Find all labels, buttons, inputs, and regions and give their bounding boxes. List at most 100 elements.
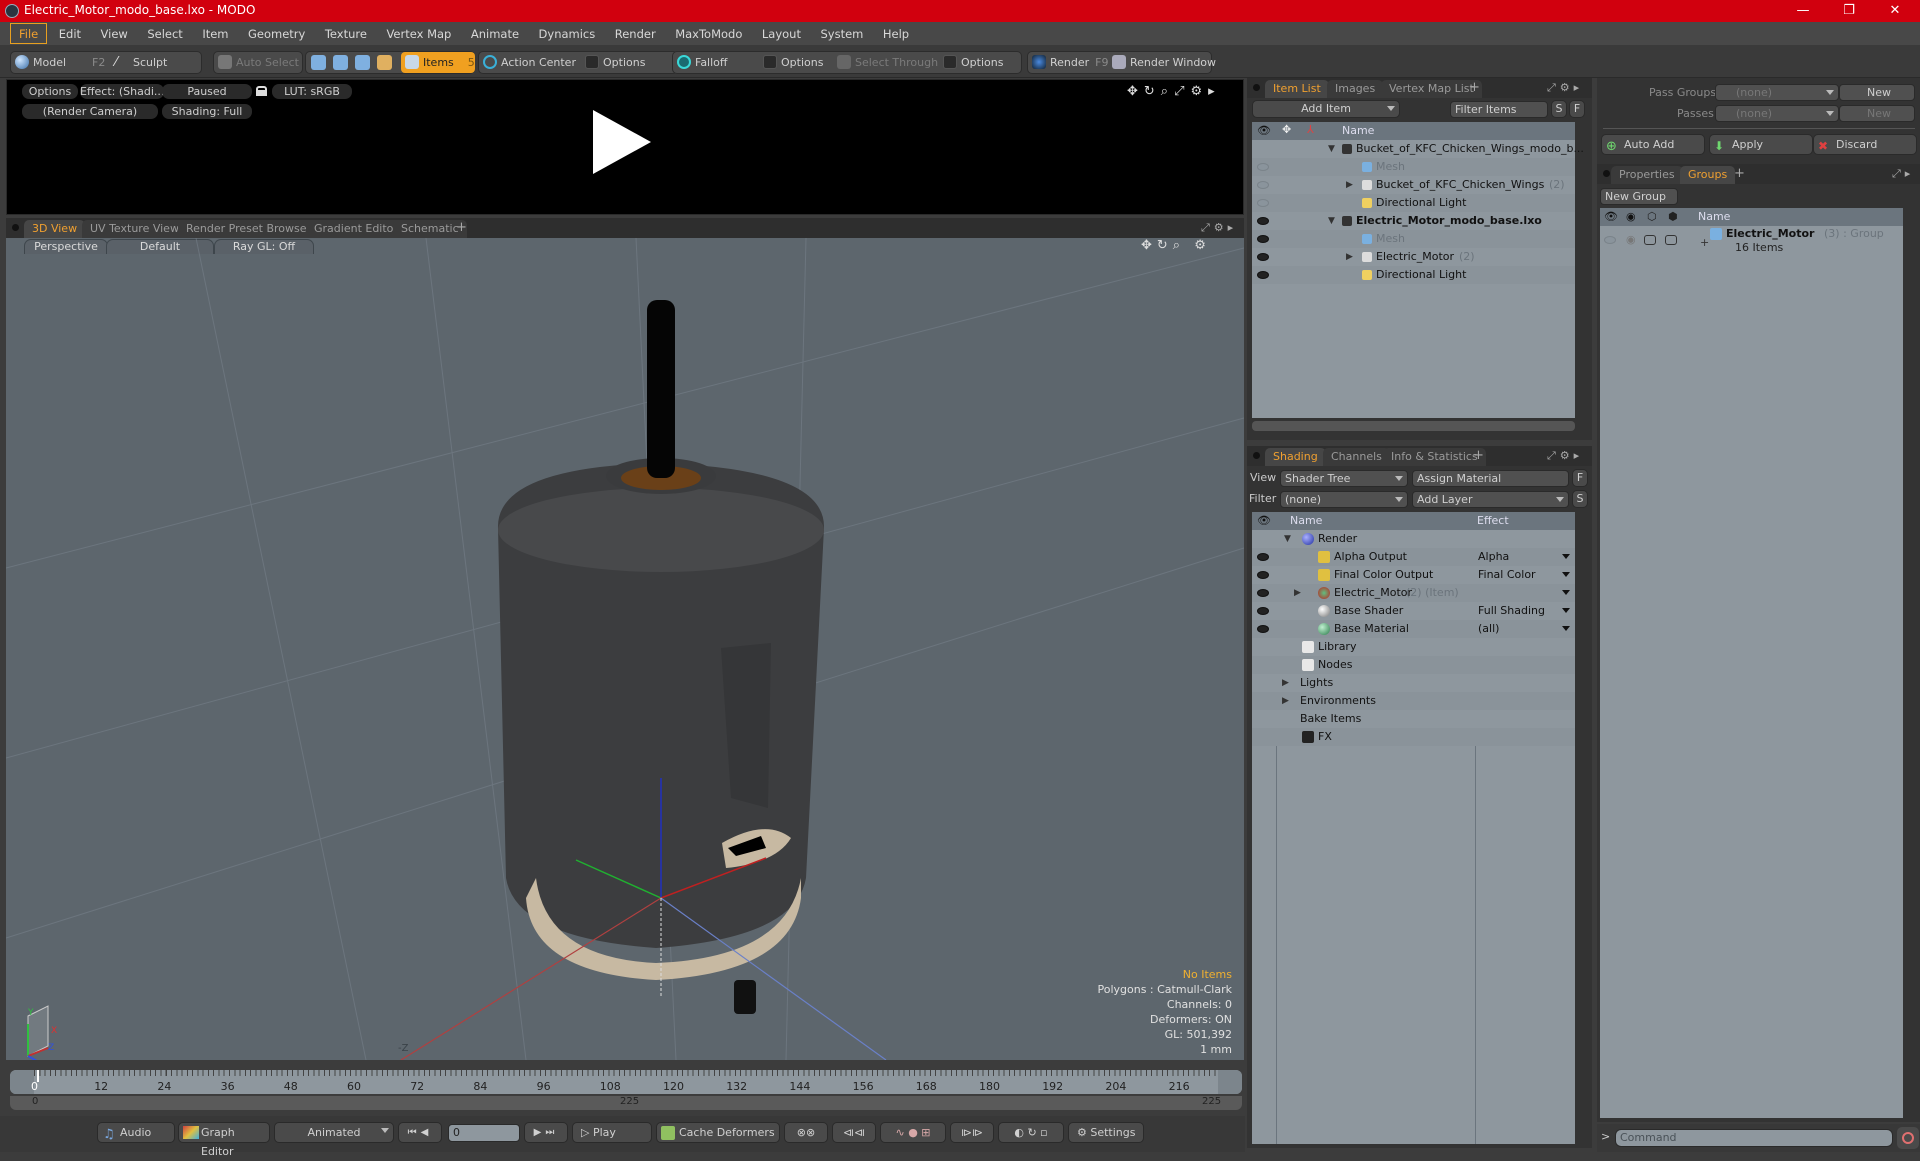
timeline-ruler[interactable]: 0 12 24 36 48 60 72 84 96 108 120 132 144 156 168 180 19… [10,1070,1242,1094]
shader-row[interactable]: ▶ Environments [1252,692,1575,710]
menu-texture[interactable]: Texture [317,24,375,45]
model-button[interactable]: Model F2 [11,52,106,73]
3d-viewport[interactable]: Perspective Default Ray GL: Off ✥↻⌕ ⚙ Y … [6,238,1244,1060]
item-row[interactable]: Directional Light [1252,266,1575,284]
assign-material-button[interactable]: Assign Material [1412,470,1569,487]
expand-arrow-icon[interactable]: ▶ [1294,584,1301,602]
item-row[interactable]: ▶ Bucket_of_KFC_Chicken_Wings (2) [1252,176,1575,194]
menu-animate[interactable]: Animate [463,24,527,45]
new-group-button[interactable]: New Group [1600,188,1678,205]
paused-button[interactable]: Paused [162,84,252,99]
cache-deformers-button[interactable]: Cache Deformers [656,1122,780,1143]
item-row[interactable]: Directional Light [1252,194,1575,212]
new-pass-group-button[interactable]: New [1839,84,1915,101]
menu-item[interactable]: Item [194,24,236,45]
vertices-mode-icon[interactable] [311,55,326,70]
item-row[interactable]: ▶ Electric_Motor (2) [1252,248,1575,266]
tab-render-preset-browser[interactable]: Render Preset Browser [178,220,320,238]
add-layer-dropdown[interactable]: Add Layer [1412,491,1569,508]
menu-dynamics[interactable]: Dynamics [531,24,604,45]
add-tab-button[interactable]: + [456,220,467,235]
action-center-button[interactable]: Action Center [479,52,576,73]
shader-row[interactable]: FX [1252,728,1575,746]
filter-items-input[interactable]: Filter Items [1450,101,1548,118]
item-list-scrollbar[interactable] [1252,421,1575,431]
menu-geometry[interactable]: Geometry [240,24,313,45]
visibility-eye-icon[interactable] [1257,199,1269,207]
expand-arrow-icon[interactable]: ▼ [1328,212,1335,230]
menu-render[interactable]: Render [607,24,664,45]
expand-arrow-icon[interactable]: ▶ [1346,248,1353,266]
visibility-eye-icon[interactable] [1257,271,1269,279]
shader-row[interactable]: Bake Items [1252,710,1575,728]
tab-item-list[interactable]: Item List [1265,80,1329,98]
menu-select[interactable]: Select [139,24,190,45]
menu-help[interactable]: Help [875,24,917,45]
tab-3d-view[interactable]: 3D View [24,220,86,238]
visibility-eye-icon[interactable] [1257,163,1269,171]
command-input[interactable]: Command [1615,1129,1893,1147]
shader-row[interactable]: ▼ Render [1252,530,1575,548]
tab-vertex-map-list[interactable]: Vertex Map List [1381,80,1482,98]
chevron-down-icon[interactable] [1562,590,1570,595]
maximize-button[interactable]: ❐ [1826,0,1872,22]
tab-channels[interactable]: Channels [1323,448,1390,466]
shader-row[interactable]: Library [1252,638,1575,656]
f-button[interactable]: F [1569,100,1585,118]
effect-dropdown[interactable]: Effect: (Shadi... [80,84,164,99]
chevron-down-icon[interactable] [1562,626,1570,631]
menu-vertex-map[interactable]: Vertex Map [378,24,459,45]
audio-button[interactable]: ♫ Audio [97,1122,175,1143]
lock-icon[interactable] [256,86,267,96]
add-item-dropdown[interactable]: Add Item [1252,100,1400,118]
menu-file[interactable]: File [10,23,48,44]
prev-key-buttons[interactable]: ⏮◀ [398,1122,442,1143]
shader-row[interactable]: Base Shader Full Shading [1252,602,1575,620]
chevron-down-icon[interactable] [1562,554,1570,559]
shader-row[interactable]: Nodes [1252,656,1575,674]
select-through-options-button[interactable]: Options [939,52,1019,73]
filter-dropdown[interactable]: (none) [1280,491,1408,508]
add-tab-button[interactable]: + [1473,448,1484,463]
key-in-out-buttons[interactable]: ⊗⊗ [784,1122,828,1143]
record-buttons[interactable]: ∿ ● ⊞ [880,1122,946,1143]
panel-icons[interactable]: ⤢▸ [1892,167,1914,181]
animated-dropdown[interactable]: Animated [274,1122,394,1143]
menu-maxtomodo[interactable]: MaxToModo [667,24,750,45]
range-bar[interactable]: 0 225 225 [10,1096,1242,1110]
visibility-eye-icon[interactable] [1257,181,1269,189]
preview-options-button[interactable]: Options [22,84,78,99]
visibility-eye-icon[interactable] [1257,571,1269,579]
effect-dropdown[interactable]: Alpha [1478,548,1509,566]
visibility-eye-icon[interactable] [1257,553,1269,561]
expand-arrow-icon[interactable]: ▶ [1282,692,1289,710]
item-row[interactable]: Mesh [1252,230,1575,248]
chevron-down-icon[interactable] [1562,608,1570,613]
passes-dropdown[interactable]: (none) [1715,105,1839,122]
expand-arrow-icon[interactable]: ▶ [1282,674,1289,692]
item-row[interactable]: Mesh [1252,158,1575,176]
effect-dropdown[interactable]: (all) [1478,620,1499,638]
effect-dropdown[interactable]: Full Shading [1478,602,1545,620]
prev-key-nav-buttons[interactable]: ⧏⧏ [832,1122,876,1143]
visibility-eye-icon[interactable] [1257,253,1269,261]
apply-button[interactable]: ⬇ Apply [1709,134,1813,155]
close-button[interactable]: ✕ [1872,0,1918,22]
tab-gradient-editor[interactable]: Gradient Editor [306,220,406,238]
view-dropdown[interactable]: Shader Tree [1280,470,1408,487]
shader-row[interactable]: Final Color Output Final Color [1252,566,1575,584]
select-through-button[interactable]: Select Through [833,52,938,73]
discard-button[interactable]: ✖ Discard [1813,134,1917,155]
expand-arrow-icon[interactable]: ▼ [1328,140,1335,158]
tab-uv-texture-view[interactable]: UV Texture View [82,220,187,238]
s-button[interactable]: S [1572,490,1588,508]
select-toggle[interactable] [1665,235,1677,245]
visibility-eye-icon[interactable] [1257,607,1269,615]
panel-icons[interactable]: ⤢⚙▸ [1547,449,1583,463]
preview-nav-icons[interactable]: ✥↻⌕⤢⚙▸ [1127,84,1221,99]
viewport-panel-icons[interactable]: ⤢⚙▸ [1201,221,1237,235]
minimize-button[interactable]: — [1780,0,1826,22]
add-tab-button[interactable]: + [1469,80,1480,95]
graph-editor-button[interactable]: Graph Editor [178,1122,270,1158]
settings-button[interactable]: ⚙ Settings [1068,1122,1144,1143]
